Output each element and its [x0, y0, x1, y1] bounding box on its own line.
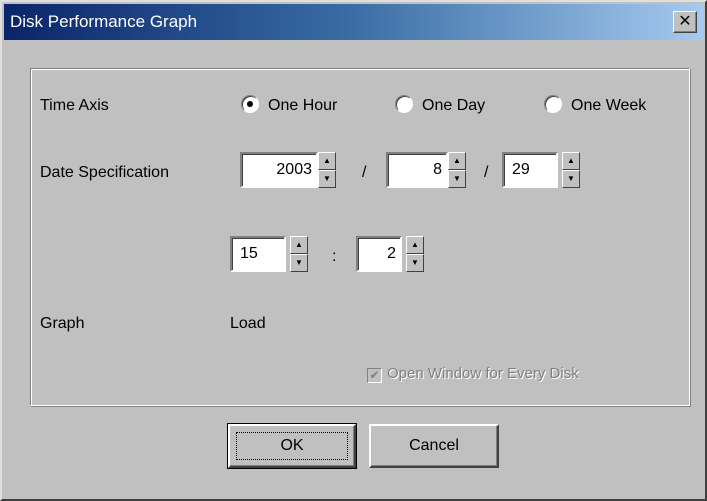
- hour-spinner[interactable]: 15 ▲ ▼: [230, 236, 310, 272]
- arrow-down-icon: ▼: [567, 174, 575, 183]
- year-down-button[interactable]: ▼: [318, 170, 336, 188]
- arrow-up-icon: ▲: [411, 240, 419, 249]
- check-icon: ✔: [369, 368, 380, 382]
- year-field[interactable]: 2003: [240, 152, 318, 188]
- time-axis-label: Time Axis: [40, 97, 109, 114]
- day-down-button[interactable]: ▼: [562, 170, 580, 188]
- ok-button[interactable]: OK: [227, 423, 357, 469]
- date-separator-1: /: [362, 164, 367, 181]
- year-spinner[interactable]: 2003 ▲ ▼: [240, 152, 338, 188]
- radio-one-week-label[interactable]: One Week: [571, 97, 646, 115]
- close-icon: ✕: [678, 13, 692, 30]
- radio-one-week[interactable]: [544, 95, 562, 113]
- title-bar[interactable]: Disk Performance Graph ✕: [4, 4, 703, 40]
- cancel-button[interactable]: Cancel: [369, 424, 499, 468]
- time-separator: :: [332, 248, 337, 265]
- arrow-up-icon: ▲: [567, 156, 575, 165]
- arrow-up-icon: ▲: [323, 156, 331, 165]
- hour-field[interactable]: 15: [230, 236, 286, 272]
- minute-up-button[interactable]: ▲: [406, 236, 424, 254]
- dialog-window: Disk Performance Graph ✕ Time Axis One H…: [0, 0, 707, 501]
- arrow-down-icon: ▼: [453, 174, 461, 183]
- graph-label: Graph: [40, 315, 85, 332]
- arrow-up-icon: ▲: [295, 240, 303, 249]
- close-button[interactable]: ✕: [673, 11, 697, 33]
- date-separator-2: /: [484, 164, 489, 181]
- radio-one-hour[interactable]: [241, 95, 259, 113]
- date-spec-label: Date Specification: [40, 164, 169, 181]
- month-down-button[interactable]: ▼: [448, 170, 466, 188]
- graph-value: Load: [230, 315, 266, 332]
- minute-down-button[interactable]: ▼: [406, 254, 424, 272]
- year-up-button[interactable]: ▲: [318, 152, 336, 170]
- radio-one-day[interactable]: [395, 95, 413, 113]
- cancel-button-label: Cancel: [409, 437, 459, 454]
- open-window-checkbox-label[interactable]: Open Window for Every Disk: [387, 365, 579, 382]
- day-field[interactable]: 29: [502, 152, 558, 188]
- arrow-up-icon: ▲: [453, 156, 461, 165]
- month-field[interactable]: 8: [386, 152, 448, 188]
- month-spinner[interactable]: 8 ▲ ▼: [386, 152, 468, 188]
- arrow-down-icon: ▼: [295, 258, 303, 267]
- hour-up-button[interactable]: ▲: [290, 236, 308, 254]
- day-up-button[interactable]: ▲: [562, 152, 580, 170]
- window-title: Disk Performance Graph: [10, 12, 198, 31]
- day-spinner[interactable]: 29 ▲ ▼: [502, 152, 582, 188]
- arrow-down-icon: ▼: [411, 258, 419, 267]
- radio-one-day-label[interactable]: One Day: [422, 97, 485, 115]
- open-window-checkbox[interactable]: ✔: [367, 368, 382, 383]
- month-up-button[interactable]: ▲: [448, 152, 466, 170]
- minute-spinner[interactable]: 2 ▲ ▼: [356, 236, 426, 272]
- ok-button-label: OK: [280, 437, 304, 454]
- minute-field[interactable]: 2: [356, 236, 402, 272]
- arrow-down-icon: ▼: [323, 174, 331, 183]
- radio-one-hour-label[interactable]: One Hour: [268, 97, 337, 115]
- hour-down-button[interactable]: ▼: [290, 254, 308, 272]
